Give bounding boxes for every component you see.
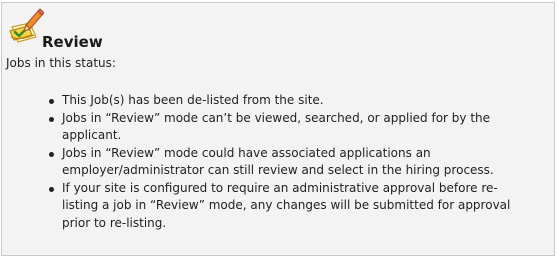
intro-text: Jobs in this status:	[6, 56, 116, 70]
list-item-text: listing a job in “Review” mode, any chan…	[62, 198, 511, 212]
bullet-dot	[49, 99, 54, 104]
review-pencil-icon	[6, 7, 45, 45]
list-item-text: Jobs in “Review” mode could have associa…	[62, 145, 431, 160]
bullet-dot	[49, 116, 54, 122]
list-item: If your site is configured to require an…	[48, 180, 548, 233]
bullet-dot	[49, 186, 54, 192]
list-item: Jobs in “Review” mode can’t be viewed, s…	[48, 110, 548, 145]
status-rules-list: This Job(s) has been de-listed from the …	[48, 92, 548, 232]
list-item-text: This Job(s) has been de-listed from the …	[62, 93, 324, 107]
list-item-text: Jobs in “Review” mode can’t be viewed, s…	[62, 110, 491, 125]
bullet-dot	[49, 151, 54, 157]
list-item-text: employer/administrator can still review …	[62, 163, 494, 177]
review-status-panel: Review Jobs in this status: This Job(s) …	[1, 2, 555, 256]
list-item-text: prior to re-listing.	[62, 215, 167, 230]
list-item: This Job(s) has been de-listed from the …	[48, 92, 548, 110]
panel-header: Review	[6, 7, 206, 51]
list-item-text: applicant.	[62, 128, 122, 142]
page-title: Review	[42, 33, 103, 51]
list-item-text: If your site is configured to require an…	[62, 180, 498, 195]
list-item: Jobs in “Review” mode could have associa…	[48, 145, 548, 180]
